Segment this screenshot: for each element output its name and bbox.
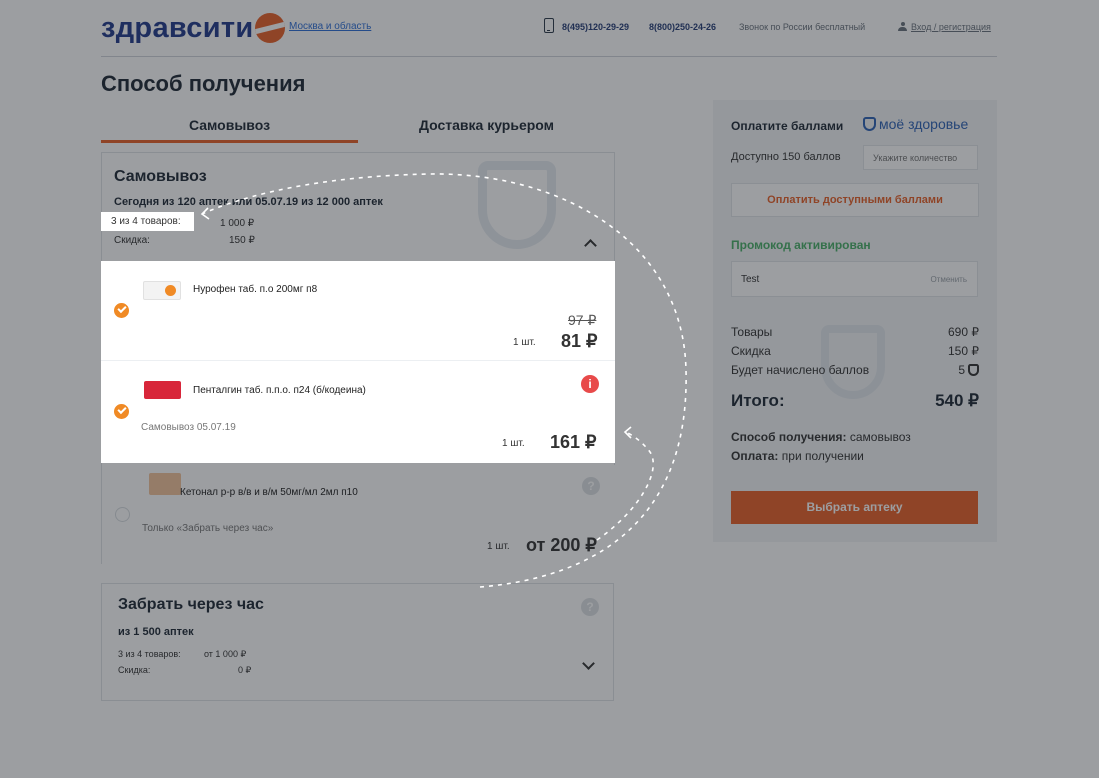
tutorial-arrows: [200, 173, 687, 588]
arrow-to-count: [201, 173, 687, 588]
arrowhead-pentalgin-icon: [623, 426, 632, 439]
arrowhead-count-icon: [200, 207, 210, 220]
arrow-to-pentalgin: [596, 431, 655, 541]
